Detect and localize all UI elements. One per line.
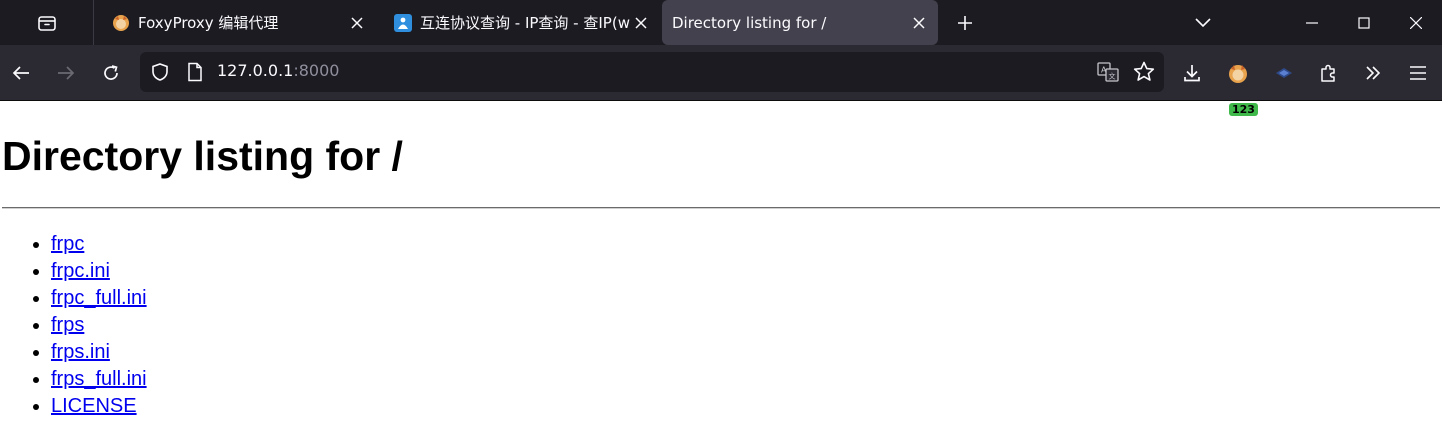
hamburger-menu-icon [1410, 66, 1426, 80]
tab-foxyproxy[interactable]: FoxyProxy 编辑代理 [96, 0, 376, 45]
app-menu-button[interactable] [1404, 59, 1432, 87]
file-link-frps-full-ini[interactable]: frps_full.ini [51, 368, 147, 390]
more-tools-button[interactable] [1359, 59, 1387, 87]
extensions-button[interactable] [1314, 59, 1342, 87]
list-item: frps [51, 312, 1440, 339]
page-icon[interactable] [186, 62, 204, 82]
foxyproxy-extension-icon [1229, 65, 1247, 83]
divider [2, 207, 1440, 209]
close-window-button[interactable] [1390, 0, 1442, 45]
extension-dots-icon [1276, 68, 1292, 78]
close-icon [1410, 16, 1422, 29]
tab-strip: FoxyProxy 编辑代理 互连协议查询 - IP查询 - 查IP(w Dir… [0, 0, 1442, 45]
list-item: frpc [51, 231, 1440, 258]
list-all-tabs-button[interactable] [1190, 10, 1216, 36]
window-controls [1286, 0, 1442, 45]
bookmark-star-icon[interactable] [1132, 60, 1156, 84]
downloads-button[interactable] [1178, 59, 1206, 87]
plus-icon [958, 16, 972, 30]
tab-close-icon[interactable] [908, 12, 930, 34]
page-content: Directory listing for / frpc frpc.ini fr… [0, 101, 1442, 420]
new-tab-button[interactable] [952, 10, 978, 36]
tab-title: Directory listing for / [672, 13, 827, 32]
double-chevron-right-icon [1366, 66, 1381, 80]
file-link-license[interactable]: LICENSE [51, 395, 137, 417]
file-link-frps-ini[interactable]: frps.ini [51, 341, 110, 363]
reload-button[interactable] [97, 59, 125, 87]
translate-icon[interactable]: A文 [1096, 60, 1120, 84]
file-link-frpc-ini[interactable]: frpc.ini [51, 260, 110, 282]
maximize-button[interactable] [1338, 0, 1390, 45]
list-item: LICENSE [51, 393, 1440, 420]
list-item: frpc_full.ini [51, 285, 1440, 312]
tab-title: 互连协议查询 - IP查询 - 查IP(w [420, 14, 630, 32]
tab-close-icon[interactable] [346, 12, 368, 34]
page-title: Directory listing for / [2, 133, 403, 179]
download-icon [1184, 65, 1200, 82]
maximize-icon [1358, 16, 1370, 29]
url-host: 127.0.0.1 [217, 61, 294, 80]
chevron-down-icon [1195, 18, 1211, 28]
tab-ip-query[interactable]: 互连协议查询 - IP查询 - 查IP(w [378, 0, 660, 45]
foxyproxy-favicon-icon [113, 14, 129, 31]
minimize-icon [1306, 21, 1318, 24]
svg-text:文: 文 [1109, 72, 1116, 81]
arrow-right-icon [58, 66, 75, 80]
file-link-frps[interactable]: frps [51, 314, 84, 336]
back-button[interactable] [7, 59, 35, 87]
firefox-view-icon [37, 15, 56, 31]
firefox-view-button[interactable] [0, 0, 94, 45]
url-port: :8000 [293, 61, 340, 80]
file-list: frpc frpc.ini frpc_full.ini frps frps.in… [2, 231, 1440, 420]
url-text[interactable]: 127.0.0.1:8000 [217, 61, 339, 80]
tab-directory-listing[interactable]: Directory listing for / [662, 0, 938, 45]
tab-close-icon[interactable] [630, 12, 652, 34]
list-item: frpc.ini [51, 258, 1440, 285]
puzzle-icon [1321, 64, 1335, 82]
navigation-toolbar: 127.0.0.1:8000 A文 123 [0, 45, 1442, 116]
ip-query-favicon-icon [394, 13, 412, 32]
extension-button[interactable] [1270, 59, 1298, 87]
forward-button[interactable] [52, 59, 80, 87]
list-item: frps_full.ini [51, 366, 1440, 393]
tab-title: FoxyProxy 编辑代理 [138, 14, 279, 32]
list-item: frps.ini [51, 339, 1440, 366]
file-link-frpc[interactable]: frpc [51, 233, 84, 255]
minimize-button[interactable] [1286, 0, 1338, 45]
shield-icon[interactable] [150, 62, 170, 82]
arrow-left-icon [12, 66, 29, 80]
address-bar[interactable]: 127.0.0.1:8000 A文 [140, 52, 1164, 92]
svg-text:A: A [1101, 66, 1107, 75]
file-link-frpc-full-ini[interactable]: frpc_full.ini [51, 287, 147, 309]
reload-icon [104, 65, 118, 80]
foxyproxy-extension-button[interactable] [1224, 59, 1252, 87]
